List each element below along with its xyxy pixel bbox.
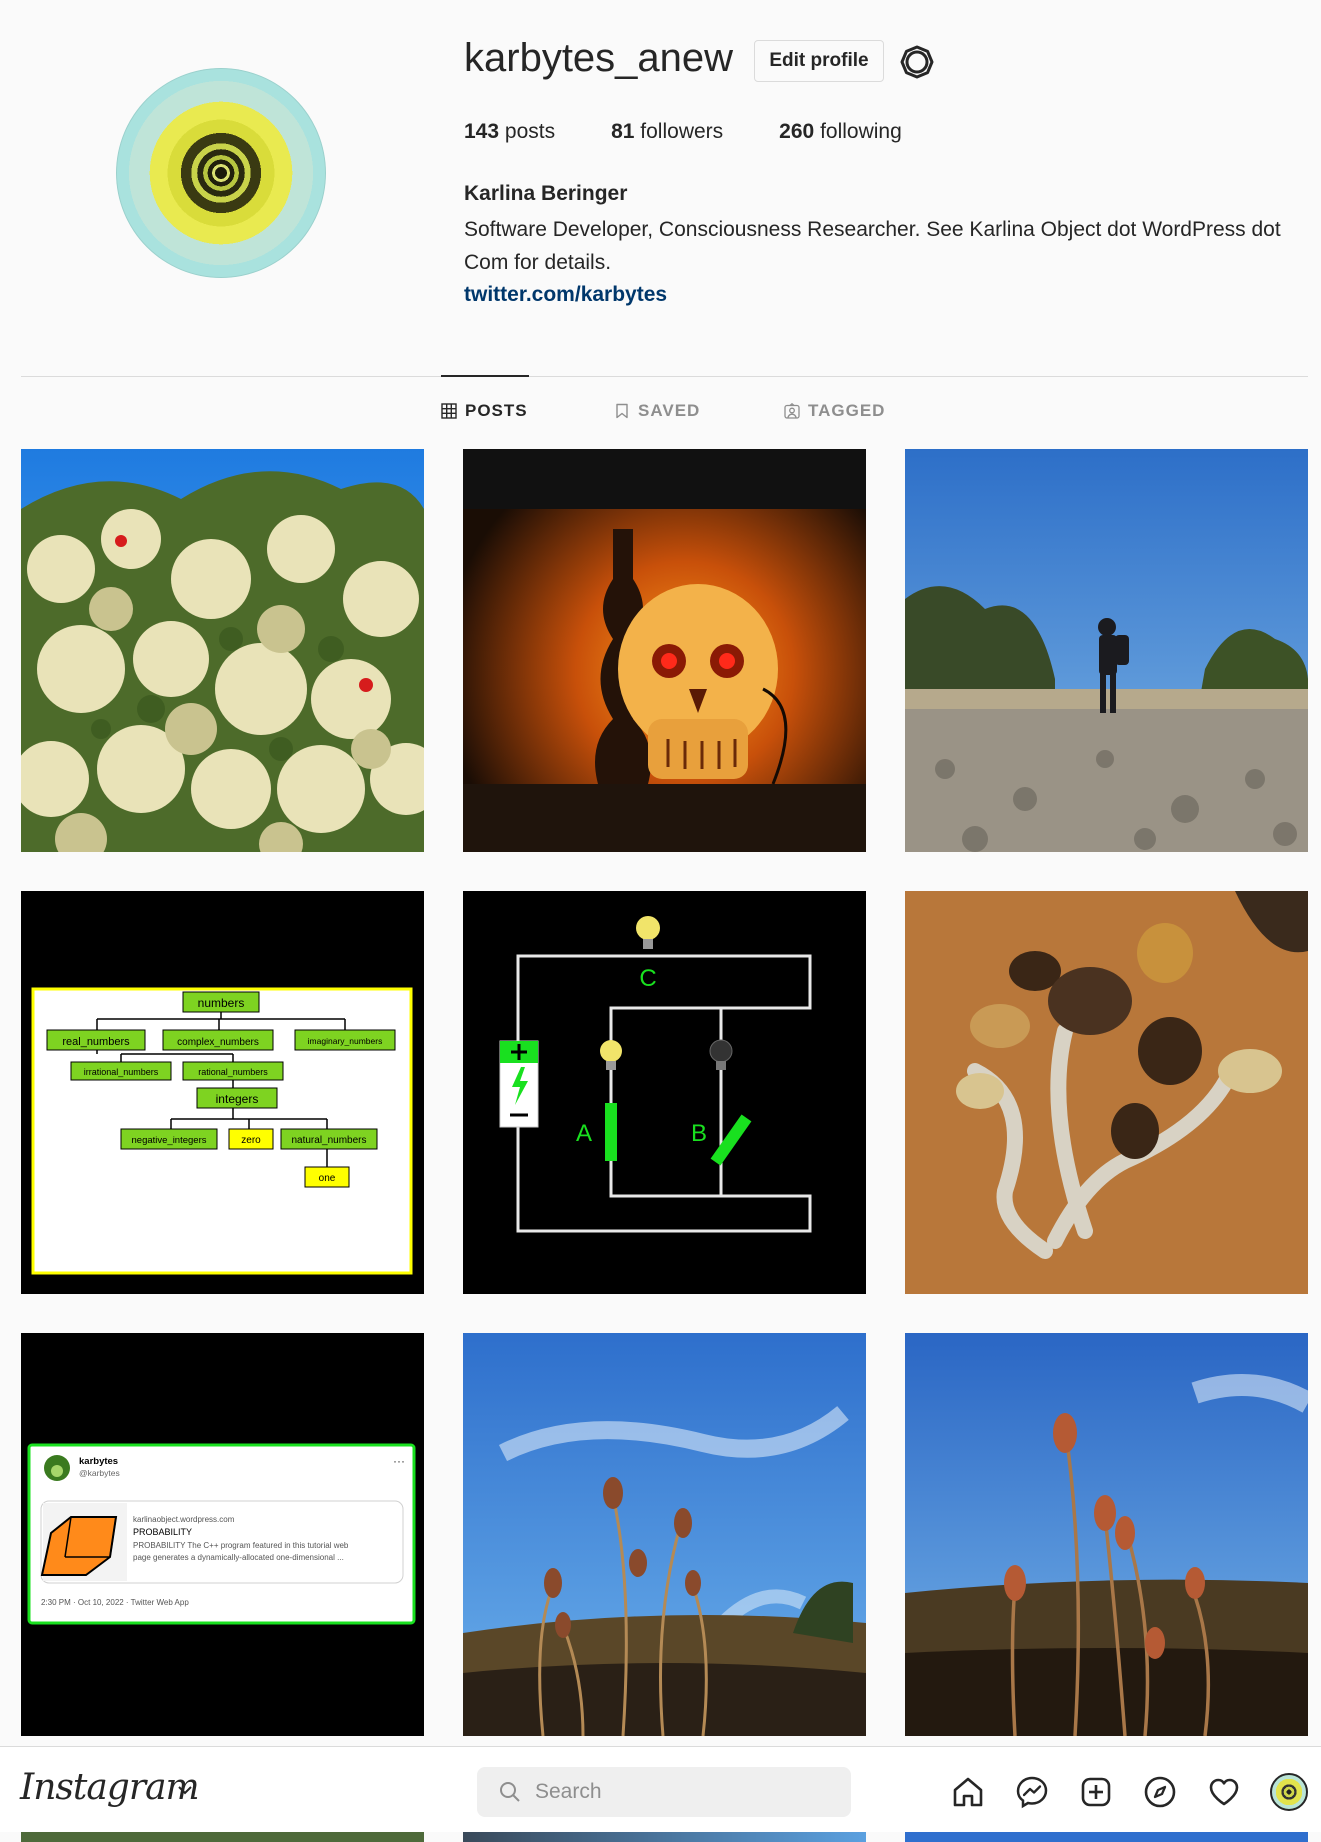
tree-node-complex: complex_numbers	[177, 1037, 259, 1048]
tab-tagged[interactable]: TAGGED	[784, 398, 885, 424]
active-tab-indicator	[441, 375, 529, 377]
tab-saved[interactable]: SAVED	[614, 398, 784, 424]
tab-tagged-label: TAGGED	[808, 401, 886, 420]
post-tile-peek	[463, 1832, 866, 1842]
tab-divider	[21, 376, 1308, 377]
post-tile[interactable]	[21, 449, 424, 852]
profile-username: karbytes_anew	[464, 36, 734, 80]
circuit-label-c: C	[639, 965, 656, 992]
post-tile[interactable]: numbers real_numbers complex_numbers ima…	[21, 891, 424, 1294]
post-image-circuit: C A B	[463, 891, 866, 1294]
tab-posts-label: POSTS	[465, 401, 528, 420]
tree-node-natural: natural_numbers	[291, 1135, 366, 1146]
post-tile[interactable]: C A B	[463, 891, 866, 1294]
new-post-icon[interactable]	[1078, 1774, 1114, 1810]
profile-avatar-nav[interactable]	[1270, 1773, 1308, 1811]
profile-full-name: Karlina Beringer	[464, 182, 628, 205]
explore-icon[interactable]	[1142, 1774, 1178, 1810]
circuit-label-b: B	[691, 1120, 707, 1147]
post-image-tweet-card: karbytes @karbytes ··· karlinaobject.wor…	[21, 1333, 424, 1736]
profile-bio: Software Developer, Consciousness Resear…	[464, 218, 1281, 274]
messenger-icon[interactable]	[1014, 1774, 1050, 1810]
activity-heart-icon[interactable]	[1206, 1774, 1242, 1810]
tweet-card-domain: karlinaobject.wordpress.com	[133, 1515, 235, 1524]
grid-icon	[441, 403, 457, 419]
tweet-card-title: PROBABILITY	[133, 1527, 192, 1537]
bottom-nav-bar: Instagram	[0, 1746, 1321, 1832]
post-tile[interactable]: karbytes @karbytes ··· karlinaobject.wor…	[21, 1333, 424, 1736]
post-tile[interactable]	[905, 449, 1308, 852]
search-box[interactable]	[477, 1767, 851, 1817]
post-tile[interactable]	[463, 449, 866, 852]
post-image-number-tree: numbers real_numbers complex_numbers ima…	[21, 891, 424, 1294]
post-tile[interactable]	[905, 1333, 1308, 1736]
post-image-flowering-bush	[21, 449, 424, 852]
next-row-peek	[21, 1832, 1308, 1842]
tweet-handle: @karbytes	[79, 1468, 120, 1478]
posts-grid: numbers real_numbers complex_numbers ima…	[21, 449, 1308, 1736]
options-gear-icon[interactable]	[899, 44, 935, 80]
tree-node-negative: negative_integers	[132, 1135, 207, 1146]
tweet-more-icon: ···	[393, 1454, 405, 1468]
followers-link[interactable]: 81 followers	[611, 118, 723, 146]
tree-node-imaginary: imaginary_numbers	[308, 1036, 383, 1046]
post-image-mushrooms	[905, 891, 1308, 1294]
tree-node-irrational: irrational_numbers	[84, 1067, 159, 1077]
circuit-label-a: A	[576, 1120, 592, 1147]
search-icon	[500, 1782, 520, 1802]
profile-tabs: POSTS SAVED TAGGED	[441, 398, 885, 424]
tagged-user-icon	[784, 403, 800, 419]
tab-posts[interactable]: POSTS	[441, 398, 614, 424]
profile-avatar[interactable]	[116, 68, 326, 278]
chevron-down-icon[interactable]	[176, 1781, 194, 1799]
following-link[interactable]: 260 following	[779, 118, 902, 146]
instagram-logo[interactable]: Instagram	[20, 1767, 200, 1808]
post-tile-peek	[905, 1832, 1308, 1842]
edit-profile-button[interactable]: Edit profile	[754, 40, 884, 82]
post-image-teasels	[463, 1333, 866, 1736]
profile-external-link[interactable]: twitter.com/karbytes	[464, 280, 667, 310]
search-input[interactable]	[535, 1780, 835, 1804]
bookmark-icon	[616, 403, 628, 419]
posts-count: 143 posts	[464, 120, 556, 143]
tweet-name: karbytes	[79, 1456, 118, 1467]
nav-icons	[950, 1773, 1308, 1811]
tab-saved-label: SAVED	[638, 401, 701, 420]
tweet-card-desc-2: page generates a dynamically-allocated o…	[133, 1553, 344, 1562]
post-tile[interactable]	[463, 1333, 866, 1736]
tree-node-rational: rational_numbers	[198, 1067, 268, 1077]
tweet-card-desc-1: PROBABILITY The C++ program featured in …	[133, 1541, 349, 1550]
tweet-meta: 2:30 PM · Oct 10, 2022 · Twitter Web App	[41, 1598, 189, 1607]
tree-node-zero: zero	[241, 1135, 261, 1146]
tree-node-integers: integers	[216, 1092, 259, 1106]
home-icon[interactable]	[950, 1774, 986, 1810]
post-tile-peek	[21, 1832, 424, 1842]
tree-node-one: one	[319, 1173, 336, 1184]
post-image-hiker	[905, 449, 1308, 852]
post-tile[interactable]	[905, 891, 1308, 1294]
post-image-skull-lamp	[463, 449, 866, 852]
post-image-teasels-closeup	[905, 1333, 1308, 1736]
tree-node-real: real_numbers	[62, 1036, 130, 1048]
profile-stats: 143 posts 81 followers 260 following	[464, 118, 902, 146]
tree-node-numbers: numbers	[198, 996, 245, 1010]
